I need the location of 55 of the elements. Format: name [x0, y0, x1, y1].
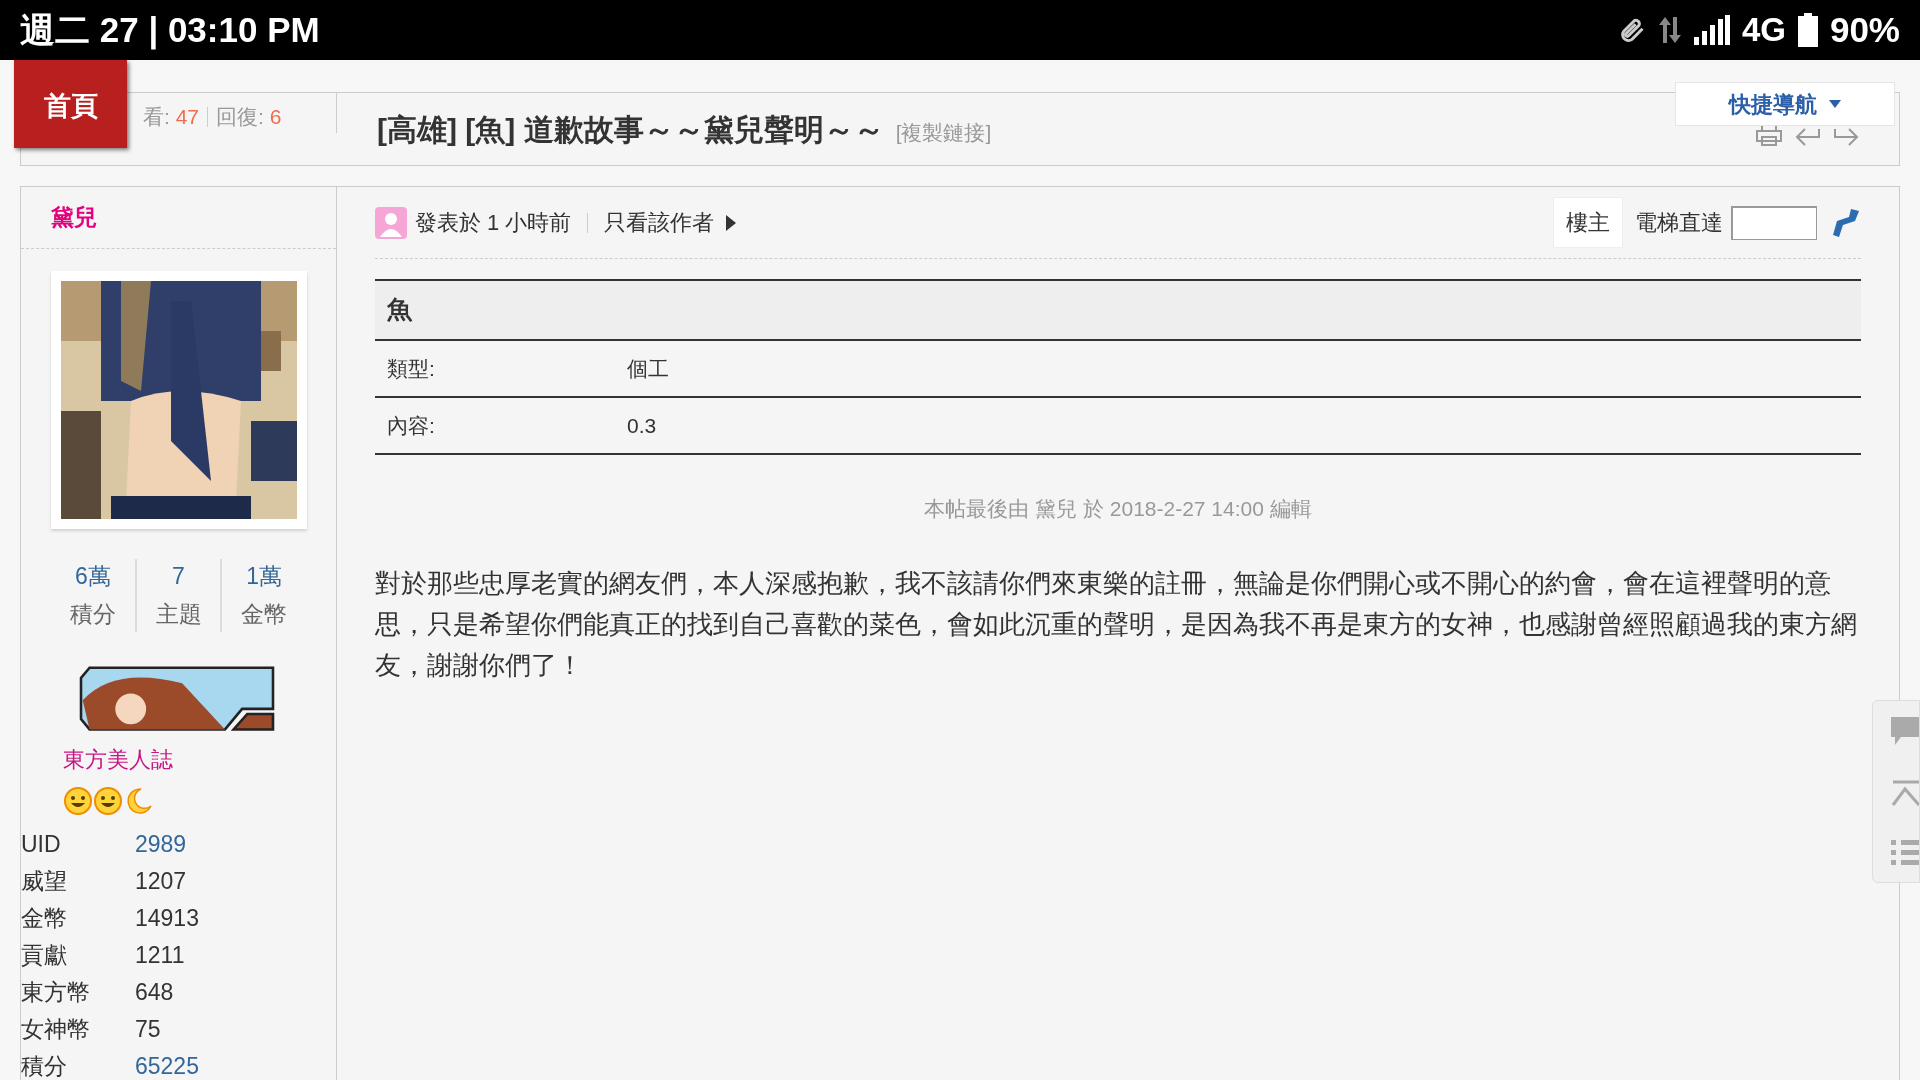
list-icon[interactable]: [1891, 839, 1919, 866]
views-count: 看: 47: [143, 104, 200, 130]
profile-label: 女神幣: [21, 1015, 91, 1045]
table-cell-text: 類型:: [387, 355, 436, 382]
replies-count: 回復: 6: [216, 104, 282, 130]
profile-value: 75: [135, 1015, 161, 1045]
user-icon: [375, 206, 407, 239]
table-heading: 魚: [387, 294, 412, 326]
floor-input-field[interactable]: [1731, 205, 1817, 240]
smiley-icon: [93, 786, 123, 816]
stat-value[interactable]: 7: [172, 558, 185, 594]
user-group: 東方美人誌: [63, 743, 336, 776]
table-cell-text: 0.3: [627, 412, 657, 439]
stat-label: 主題: [155, 600, 202, 630]
elevator-label: 電梯直達: [1635, 209, 1723, 237]
data-arrows-icon: [1657, 15, 1682, 45]
floor-label: 樓主: [1553, 197, 1623, 248]
profile-label: UID: [21, 830, 62, 860]
edit-note: 本帖最後由 黛兒 於 2018-2-27 14:00 編輯: [924, 496, 1312, 522]
profile-label: 威望: [21, 867, 68, 897]
profile-value: 1207: [135, 867, 187, 897]
only-author-link[interactable]: 只看該作者: [604, 206, 715, 239]
stat-label: 金幣: [241, 600, 288, 630]
profile-value[interactable]: 65225: [135, 1049, 199, 1080]
previous-icon[interactable]: [1795, 127, 1821, 147]
battery-icon: [1797, 13, 1818, 47]
back-to-top-icon[interactable]: [1891, 779, 1919, 808]
profile-label: 東方幣: [21, 978, 91, 1008]
smiley-icon: [63, 786, 93, 816]
post-time: 發表於 1 小時前: [415, 209, 572, 237]
profile-value: 1211: [135, 941, 185, 971]
profile-label: 積分: [21, 1052, 68, 1080]
profile-value: 648: [135, 978, 174, 1008]
table-cell-text: 內容:: [387, 412, 436, 439]
profile-value[interactable]: 2989: [135, 827, 187, 862]
next-icon[interactable]: [1833, 127, 1859, 147]
profile-label: 貢獻: [21, 941, 68, 971]
stat-label: 積分: [69, 600, 116, 630]
status-time: 週二 27 | 03:10 PM: [20, 8, 320, 52]
post-body: 對於那些忠厚老實的網友們，本人深感抱歉，我不該請你們來東樂的註冊，無論是你們開心或不開心的約會，會在這裡聲明的意思，只是希望你們能真正的找到自己喜歡的菜色，會如此沉重的聲明，是因為我不再是東方的女神，也感謝曾經照顧過我的東方網友，謝謝你們了！: [375, 566, 1858, 682]
stat-value[interactable]: 6萬: [74, 558, 111, 594]
caret-icon: [1829, 100, 1841, 108]
author-name[interactable]: 黛兒: [51, 200, 97, 235]
profile-value: 14913: [135, 904, 199, 934]
battery-level: 90%: [1829, 8, 1900, 51]
signal-icon: [1693, 15, 1730, 45]
thread-title: [高雄] [魚] 道歉故事～～黛兒聲明～～: [377, 111, 884, 148]
play-icon: [726, 214, 737, 231]
home-button[interactable]: 首頁: [14, 60, 127, 148]
network-type: 4G: [1741, 10, 1786, 51]
profile-label: 金幣: [21, 904, 68, 934]
table-cell-text: 個工: [627, 355, 669, 382]
print-icon[interactable]: [1755, 123, 1783, 147]
stat-value[interactable]: 1萬: [246, 558, 283, 594]
quick-nav-button[interactable]: 快捷導航: [1675, 82, 1895, 126]
